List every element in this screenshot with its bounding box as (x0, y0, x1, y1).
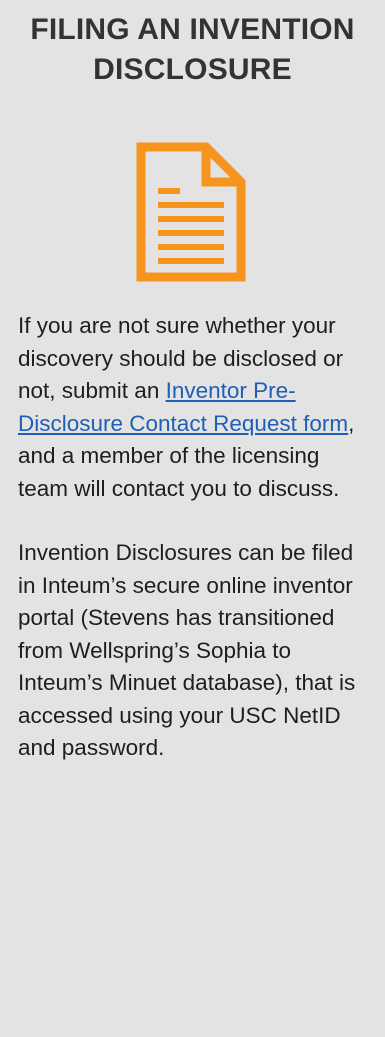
invention-disclosure-card: FILING AN INVENTION DISCLOSURE If you ar… (0, 0, 385, 1037)
card-body: If you are not sure whether your discove… (18, 310, 373, 797)
card-title: FILING AN INVENTION DISCLOSURE (30, 13, 355, 86)
pre-disclosure-paragraph: If you are not sure whether your discove… (18, 310, 373, 505)
document-icon (136, 142, 246, 282)
portal-paragraph: Invention Disclosures can be filed in In… (18, 540, 356, 760)
